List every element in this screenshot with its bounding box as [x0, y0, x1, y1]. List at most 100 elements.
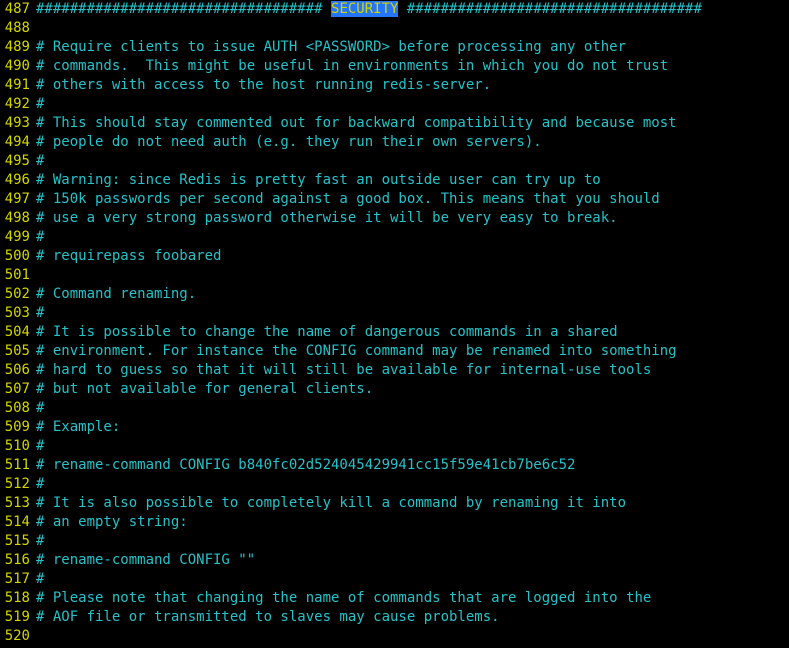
code-line[interactable]: 489# Require clients to issue AUTH <PASS…: [0, 38, 789, 57]
line-number: 520: [0, 627, 36, 646]
line-number: 502: [0, 285, 36, 304]
line-number: 511: [0, 456, 36, 475]
code-line[interactable]: 496# Warning: since Redis is pretty fast…: [0, 171, 789, 190]
line-content: [36, 19, 789, 38]
line-number: 500: [0, 247, 36, 266]
code-line[interactable]: 517#: [0, 570, 789, 589]
line-content: # Warning: since Redis is pretty fast an…: [36, 171, 789, 190]
line-number: 495: [0, 152, 36, 171]
line-number: 499: [0, 228, 36, 247]
code-line[interactable]: 506# hard to guess so that it will still…: [0, 361, 789, 380]
line-number: 489: [0, 38, 36, 57]
line-number: 519: [0, 608, 36, 627]
code-line[interactable]: 513# It is also possible to completely k…: [0, 494, 789, 513]
code-line[interactable]: 495#: [0, 152, 789, 171]
line-number: 498: [0, 209, 36, 228]
code-line[interactable]: 505# environment. For instance the CONFI…: [0, 342, 789, 361]
line-content: # an empty string:: [36, 513, 789, 532]
code-line[interactable]: 490# commands. This might be useful in e…: [0, 57, 789, 76]
code-editor[interactable]: 487################################## SE…: [0, 0, 789, 646]
line-content: #: [36, 152, 789, 171]
line-content: # This should stay commented out for bac…: [36, 114, 789, 133]
line-number: 508: [0, 399, 36, 418]
line-number: 504: [0, 323, 36, 342]
line-content: # commands. This might be useful in envi…: [36, 57, 789, 76]
line-content: # Please note that changing the name of …: [36, 589, 789, 608]
line-number: 487: [0, 0, 36, 19]
line-content: [36, 627, 789, 646]
line-content: # environment. For instance the CONFIG c…: [36, 342, 789, 361]
line-text-segment: ##################################: [36, 1, 331, 17]
code-line[interactable]: 499#: [0, 228, 789, 247]
code-line[interactable]: 515#: [0, 532, 789, 551]
line-number: 518: [0, 589, 36, 608]
line-content: ################################## SECUR…: [36, 0, 789, 19]
line-content: #: [36, 437, 789, 456]
code-line[interactable]: 498# use a very strong password otherwis…: [0, 209, 789, 228]
line-content: # It is possible to change the name of d…: [36, 323, 789, 342]
code-line[interactable]: 514# an empty string:: [0, 513, 789, 532]
code-line[interactable]: 497# 150k passwords per second against a…: [0, 190, 789, 209]
line-content: # rename-command CONFIG "": [36, 551, 789, 570]
code-line[interactable]: 518# Please note that changing the name …: [0, 589, 789, 608]
line-content: # others with access to the host running…: [36, 76, 789, 95]
line-content: #: [36, 228, 789, 247]
line-content: # Example:: [36, 418, 789, 437]
line-number: 513: [0, 494, 36, 513]
line-number: 510: [0, 437, 36, 456]
line-number: 501: [0, 266, 36, 285]
line-number: 488: [0, 19, 36, 38]
code-line[interactable]: 500# requirepass foobared: [0, 247, 789, 266]
line-content: # rename-command CONFIG b840fc02d5240454…: [36, 456, 789, 475]
code-line[interactable]: 510#: [0, 437, 789, 456]
line-number: 492: [0, 95, 36, 114]
line-number: 496: [0, 171, 36, 190]
code-line[interactable]: 511# rename-command CONFIG b840fc02d5240…: [0, 456, 789, 475]
code-line[interactable]: 509# Example:: [0, 418, 789, 437]
line-content: # Command renaming.: [36, 285, 789, 304]
line-number: 490: [0, 57, 36, 76]
code-line[interactable]: 508#: [0, 399, 789, 418]
line-content: # Require clients to issue AUTH <PASSWOR…: [36, 38, 789, 57]
line-content: #: [36, 399, 789, 418]
line-number: 516: [0, 551, 36, 570]
line-number: 505: [0, 342, 36, 361]
code-line[interactable]: 519# AOF file or transmitted to slaves m…: [0, 608, 789, 627]
line-number: 507: [0, 380, 36, 399]
line-number: 514: [0, 513, 36, 532]
line-content: # but not available for general clients.: [36, 380, 789, 399]
line-number: 509: [0, 418, 36, 437]
line-number: 503: [0, 304, 36, 323]
line-number: 493: [0, 114, 36, 133]
code-line[interactable]: 520: [0, 627, 789, 646]
code-line[interactable]: 491# others with access to the host runn…: [0, 76, 789, 95]
line-content: # requirepass foobared: [36, 247, 789, 266]
line-content: # people do not need auth (e.g. they run…: [36, 133, 789, 152]
line-content: #: [36, 304, 789, 323]
line-content: [36, 266, 789, 285]
code-line[interactable]: 503#: [0, 304, 789, 323]
line-content: # AOF file or transmitted to slaves may …: [36, 608, 789, 627]
code-line[interactable]: 507# but not available for general clien…: [0, 380, 789, 399]
line-content: #: [36, 475, 789, 494]
line-content: # use a very strong password otherwise i…: [36, 209, 789, 228]
code-line[interactable]: 504# It is possible to change the name o…: [0, 323, 789, 342]
code-line[interactable]: 493# This should stay commented out for …: [0, 114, 789, 133]
code-line[interactable]: 488: [0, 19, 789, 38]
search-highlight: SECURITY: [331, 1, 398, 17]
code-line[interactable]: 487################################## SE…: [0, 0, 789, 19]
line-number: 494: [0, 133, 36, 152]
code-line[interactable]: 501: [0, 266, 789, 285]
code-line[interactable]: 512#: [0, 475, 789, 494]
code-line[interactable]: 516# rename-command CONFIG "": [0, 551, 789, 570]
line-number: 491: [0, 76, 36, 95]
line-number: 506: [0, 361, 36, 380]
line-content: #: [36, 95, 789, 114]
code-line[interactable]: 494# people do not need auth (e.g. they …: [0, 133, 789, 152]
code-line[interactable]: 502# Command renaming.: [0, 285, 789, 304]
code-line[interactable]: 492#: [0, 95, 789, 114]
line-text-segment: ###################################: [398, 1, 701, 17]
line-number: 517: [0, 570, 36, 589]
line-number: 515: [0, 532, 36, 551]
line-number: 497: [0, 190, 36, 209]
